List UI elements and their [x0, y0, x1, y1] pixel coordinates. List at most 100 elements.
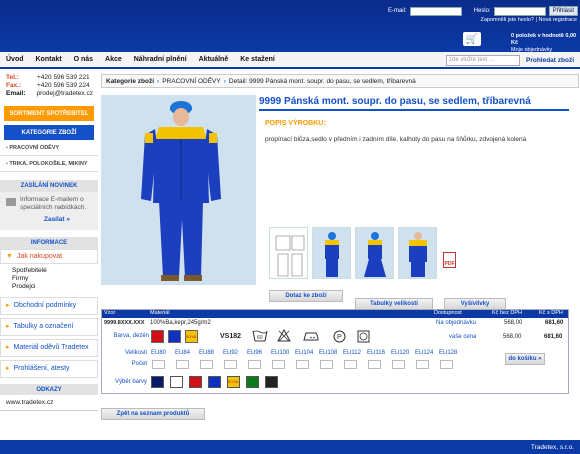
product-title: 9999 Pánská mont. soupr. do pasu, se sed…: [259, 96, 531, 107]
color-choice-green[interactable]: [246, 376, 259, 388]
chevron-down-icon: ▼: [6, 253, 13, 260]
thumbnail-sketch[interactable]: [269, 227, 308, 279]
nav-uvod[interactable]: Úvod: [0, 56, 30, 63]
quantity-input[interactable]: [344, 360, 357, 369]
breadcrumb-root[interactable]: Kategorie zboží: [106, 78, 154, 85]
sublist-item[interactable]: Prodejci: [12, 283, 86, 291]
menu-item-label: Tabulky a označení: [13, 323, 74, 330]
email-field[interactable]: [409, 6, 462, 16]
nav-ke-stazeni[interactable]: Ke stažení: [234, 56, 281, 63]
back-to-list-button[interactable]: Zpět na seznam produktů: [101, 408, 205, 420]
email-label: E-mail:: [387, 8, 407, 14]
nav-o-nas[interactable]: O nás: [68, 56, 99, 63]
login-button[interactable]: Přihlásit: [548, 6, 578, 16]
wash-icon: 60: [252, 329, 268, 344]
search-input[interactable]: zde vložte text ...: [446, 55, 520, 66]
quantity-input[interactable]: [392, 360, 405, 369]
menu-item-label: Prohlášení, atesty: [13, 365, 70, 372]
nav-akce[interactable]: Akce: [99, 56, 128, 63]
quantity-input[interactable]: [152, 360, 165, 369]
quantity-input[interactable]: [272, 360, 285, 369]
availability: Na objednávku: [436, 320, 477, 326]
nav-kontakt[interactable]: Kontakt: [30, 56, 68, 63]
website-link[interactable]: www.tradetex.cz: [0, 395, 98, 411]
thumbnail-front[interactable]: [312, 227, 351, 279]
subscribe-link[interactable]: Zasílat »: [20, 216, 94, 224]
row-material: 100%Ba,kepr,245g/m2: [150, 320, 211, 326]
th-price-inc: Kč s DPH: [539, 310, 563, 316]
sublist-item[interactable]: Firmy: [12, 275, 86, 283]
menu-how-to-buy[interactable]: ▼ Jak nakupovat: [0, 249, 98, 264]
quantity-input[interactable]: [224, 360, 237, 369]
main-nav: Úvod Kontakt O nás Akce Náhradní plnění …: [0, 52, 580, 69]
quantity-input[interactable]: [248, 360, 261, 369]
menu-item[interactable]: ▸ Prohlášení, atesty: [0, 360, 98, 378]
email-contact-value[interactable]: prodej@tradetex.cz: [37, 90, 93, 98]
category-item[interactable]: › PRACOVNÍ ODĚVY: [0, 140, 98, 156]
category-item[interactable]: › TRIKA, POLOKOŠILE, MIKINY: [0, 156, 98, 172]
color-choice-red[interactable]: [189, 376, 202, 388]
thumbnail-side[interactable]: [355, 227, 394, 279]
menu-item-label: Obchodní podmínky: [13, 302, 77, 309]
fax-label: Fax.:: [6, 82, 22, 89]
availability-price: vaše cena: [449, 334, 477, 340]
forgot-password-link[interactable]: Zapomněli jste heslo? | Nová registrace: [480, 17, 577, 23]
password-field[interactable]: [493, 6, 546, 16]
quantity-input[interactable]: [200, 360, 213, 369]
chevron-right-icon: ▸: [6, 302, 10, 309]
links-heading: ODKAZY: [0, 384, 98, 395]
color-swatch-royal[interactable]: ROYAL: [185, 330, 198, 343]
search-button[interactable]: Prohledat zboží: [523, 54, 577, 67]
quantity-input[interactable]: [368, 360, 381, 369]
no-bleach-icon: [277, 328, 291, 344]
left-sidebar: Tel.: +420 596 539 221 Fax.: +420 596 539 …: [0, 72, 98, 411]
size-label: EU128: [439, 350, 458, 356]
color-choice-royal[interactable]: ROYAL: [227, 376, 240, 388]
color-choice-black[interactable]: [265, 376, 278, 388]
add-to-cart-button[interactable]: do košíku »: [505, 353, 545, 365]
nav-nahradni-plneni[interactable]: Náhradní plnění: [128, 56, 193, 63]
pdf-icon[interactable]: PDF: [443, 252, 456, 268]
quantity-input[interactable]: [416, 360, 429, 369]
quantity-input[interactable]: [320, 360, 333, 369]
tumble-dry-icon: [357, 330, 370, 345]
size-label: EU112: [343, 350, 361, 356]
size-label: EU92: [223, 350, 239, 356]
worker-figure: [141, 101, 221, 281]
color-swatch-blue[interactable]: [168, 330, 181, 343]
table-header: Vzor Materiál Dostupnost Kč bez DPH Kč s…: [102, 310, 568, 318]
color-swatch-red[interactable]: [151, 330, 164, 343]
category-label: PRACOVNÍ ODĚVY: [9, 144, 60, 151]
size-label: EU84: [175, 350, 191, 356]
menu-item[interactable]: ▸ Obchodní podmínky: [0, 297, 98, 315]
quantity-input[interactable]: [440, 360, 453, 369]
size-label: EU108: [319, 350, 338, 356]
footer: Tradetex, s.r.o.: [0, 440, 580, 454]
question-button[interactable]: Dotaz ke zboží: [269, 290, 343, 302]
cart-info[interactable]: 0 položek v hodnotě 0,00 Kč Moje objedná…: [511, 33, 580, 54]
nav-aktualne[interactable]: Aktuálně: [193, 56, 235, 63]
thumbnail-back[interactable]: [398, 227, 437, 279]
category-label: TRIKA, POLOKOŠILE, MIKINY: [9, 160, 88, 167]
quantity-input[interactable]: [296, 360, 309, 369]
contact-box: Tel.: +420 596 539 221 Fax.: +420 596 539 …: [0, 72, 98, 100]
quantity-input[interactable]: [176, 360, 189, 369]
breadcrumb-category[interactable]: PRACOVNÍ ODĚVY: [162, 78, 221, 85]
color-choice-white[interactable]: [170, 376, 183, 388]
cart-icon[interactable]: 🛒: [463, 32, 481, 46]
table-row: 9999.8XXX.XXX 100%Ba,kepr,245g/m2 Na obj…: [102, 318, 568, 328]
size-label: EU116: [367, 350, 385, 356]
vs-code: VS182: [220, 333, 242, 340]
sortiment-button[interactable]: SORTIMENT SPOTŘEBITEL: [4, 106, 94, 121]
thumbnail-strip: [269, 227, 437, 279]
categories-button[interactable]: KATEGORIE ZBOŽÍ: [4, 125, 94, 140]
color-choice-blue[interactable]: [208, 376, 221, 388]
price-ex-vat: 568,00: [504, 320, 523, 326]
sublist-item[interactable]: Spotřebitelé: [12, 267, 86, 275]
iron-icon: [302, 330, 320, 344]
product-image[interactable]: [101, 95, 256, 285]
wash-temp: 60: [257, 335, 263, 341]
menu-item[interactable]: ▸ Tabulky a označení: [0, 318, 98, 336]
menu-item[interactable]: ▸ Materiál oděvů Tradetex: [0, 339, 98, 357]
color-choice-navy[interactable]: [151, 376, 164, 388]
